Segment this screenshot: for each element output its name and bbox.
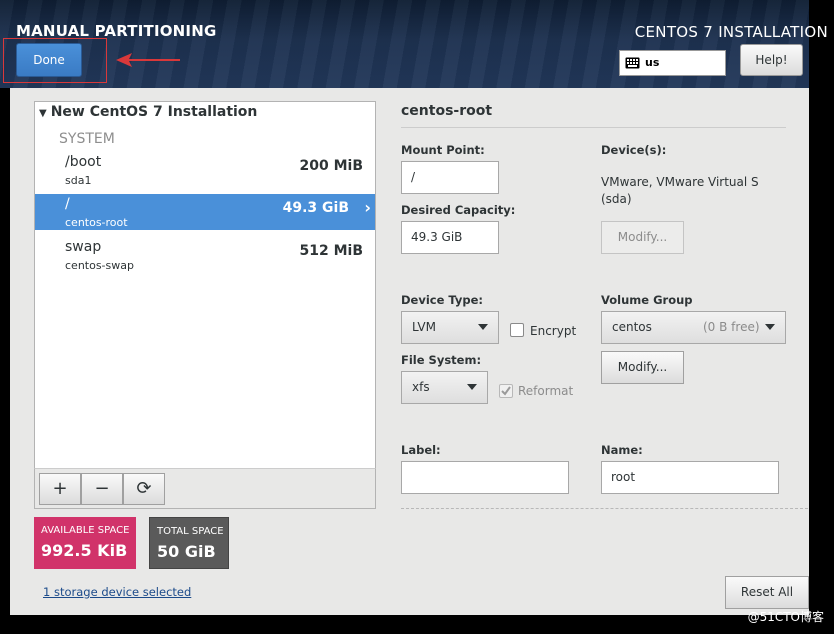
devices-value: VMware, VMware Virtual S xyxy=(601,175,759,189)
storage-devices-link[interactable]: 1 storage device selected xyxy=(43,585,191,599)
desired-capacity-label: Desired Capacity: xyxy=(401,203,516,217)
install-title: CENTOS 7 INSTALLATION xyxy=(634,23,828,41)
mount-point-size: 512 MiB xyxy=(299,243,364,259)
mount-point-row-root[interactable]: / centos-root 49.3 GiB › xyxy=(35,194,375,230)
devices-modify-button[interactable]: Modify... xyxy=(601,221,684,254)
dropdown-caret-icon xyxy=(467,384,477,390)
total-space-label: TOTAL SPACE xyxy=(157,526,224,537)
volume-group-select[interactable]: centos (0 B free) xyxy=(601,311,786,344)
total-space-value: 50 GiB xyxy=(157,542,216,561)
desired-capacity-input[interactable]: 49.3 GiB xyxy=(401,221,499,254)
encrypt-label: Encrypt xyxy=(530,324,577,338)
mount-point-device: sda1 xyxy=(65,174,92,187)
divider xyxy=(401,127,786,128)
watermark: @51CTO博客 xyxy=(747,610,824,624)
reformat-label: Reformat xyxy=(518,384,574,398)
volume-group-value: centos xyxy=(612,320,652,334)
mount-point-row-boot[interactable]: /boot sda1 200 MiB xyxy=(35,152,375,188)
detail-title: centos-root xyxy=(401,103,493,119)
refresh-button[interactable]: ⟳ xyxy=(123,473,165,505)
label-input[interactable] xyxy=(401,461,569,494)
device-type-select[interactable]: LVM xyxy=(401,311,499,344)
done-button[interactable]: Done xyxy=(16,43,82,77)
file-system-value: xfs xyxy=(412,380,430,394)
mount-point-size: 200 MiB xyxy=(299,158,364,174)
dashed-divider xyxy=(401,508,808,509)
chevron-right-icon: › xyxy=(364,198,371,217)
available-space-value: 992.5 KiB xyxy=(41,541,128,560)
dropdown-caret-icon xyxy=(478,324,488,330)
label-field-label: Label: xyxy=(401,443,441,457)
mount-point-input[interactable]: / xyxy=(401,161,499,194)
keyboard-layout-label: us xyxy=(645,56,660,69)
mount-point-name: / xyxy=(65,196,70,212)
reset-all-button[interactable]: Reset All xyxy=(725,576,809,609)
mount-point-size: 49.3 GiB xyxy=(282,200,349,216)
volume-group-label: Volume Group xyxy=(601,293,693,307)
file-system-label: File System: xyxy=(401,353,482,367)
checkmark-icon xyxy=(501,386,511,396)
mount-point-device: centos-root xyxy=(65,216,128,229)
help-button[interactable]: Help! xyxy=(740,44,803,76)
add-mount-point-button[interactable]: + xyxy=(39,473,81,505)
available-space-box: AVAILABLE SPACE 992.5 KiB xyxy=(34,517,136,569)
red-arrow-annotation xyxy=(116,53,180,67)
volume-group-modify-button[interactable]: Modify... xyxy=(601,351,684,384)
mount-point-toolbar: + − ⟳ xyxy=(34,468,376,509)
dropdown-caret-icon xyxy=(765,324,775,330)
total-space-box: TOTAL SPACE 50 GiB xyxy=(149,517,229,569)
available-space-label: AVAILABLE SPACE xyxy=(41,525,130,536)
encrypt-checkbox[interactable] xyxy=(510,323,524,337)
mount-point-list: ▼ New CentOS 7 Installation SYSTEM /boot … xyxy=(34,101,376,509)
mount-point-device: centos-swap xyxy=(65,259,134,272)
mount-point-label: Mount Point: xyxy=(401,143,485,157)
mount-point-name: /boot xyxy=(65,154,102,170)
installation-name: New CentOS 7 Installation xyxy=(50,104,258,120)
keyboard-icon xyxy=(625,57,640,69)
system-group-label: SYSTEM xyxy=(59,131,115,147)
devices-label: Device(s): xyxy=(601,143,667,157)
name-input[interactable]: root xyxy=(601,461,779,494)
keyboard-layout-indicator[interactable]: us xyxy=(619,50,726,76)
volume-group-free: (0 B free) xyxy=(703,320,760,334)
mount-point-row-swap[interactable]: swap centos-swap 512 MiB xyxy=(35,237,375,273)
mount-point-name: swap xyxy=(65,239,102,255)
device-type-label: Device Type: xyxy=(401,293,484,307)
file-system-select[interactable]: xfs xyxy=(401,371,488,404)
expander-triangle-icon: ▼ xyxy=(39,108,47,119)
installation-header[interactable]: ▼ New CentOS 7 Installation xyxy=(39,104,257,120)
reformat-checkbox[interactable] xyxy=(499,384,513,398)
remove-mount-point-button[interactable]: − xyxy=(81,473,123,505)
devices-value-sub: (sda) xyxy=(601,192,632,206)
name-field-label: Name: xyxy=(601,443,643,457)
device-type-value: LVM xyxy=(412,320,436,334)
